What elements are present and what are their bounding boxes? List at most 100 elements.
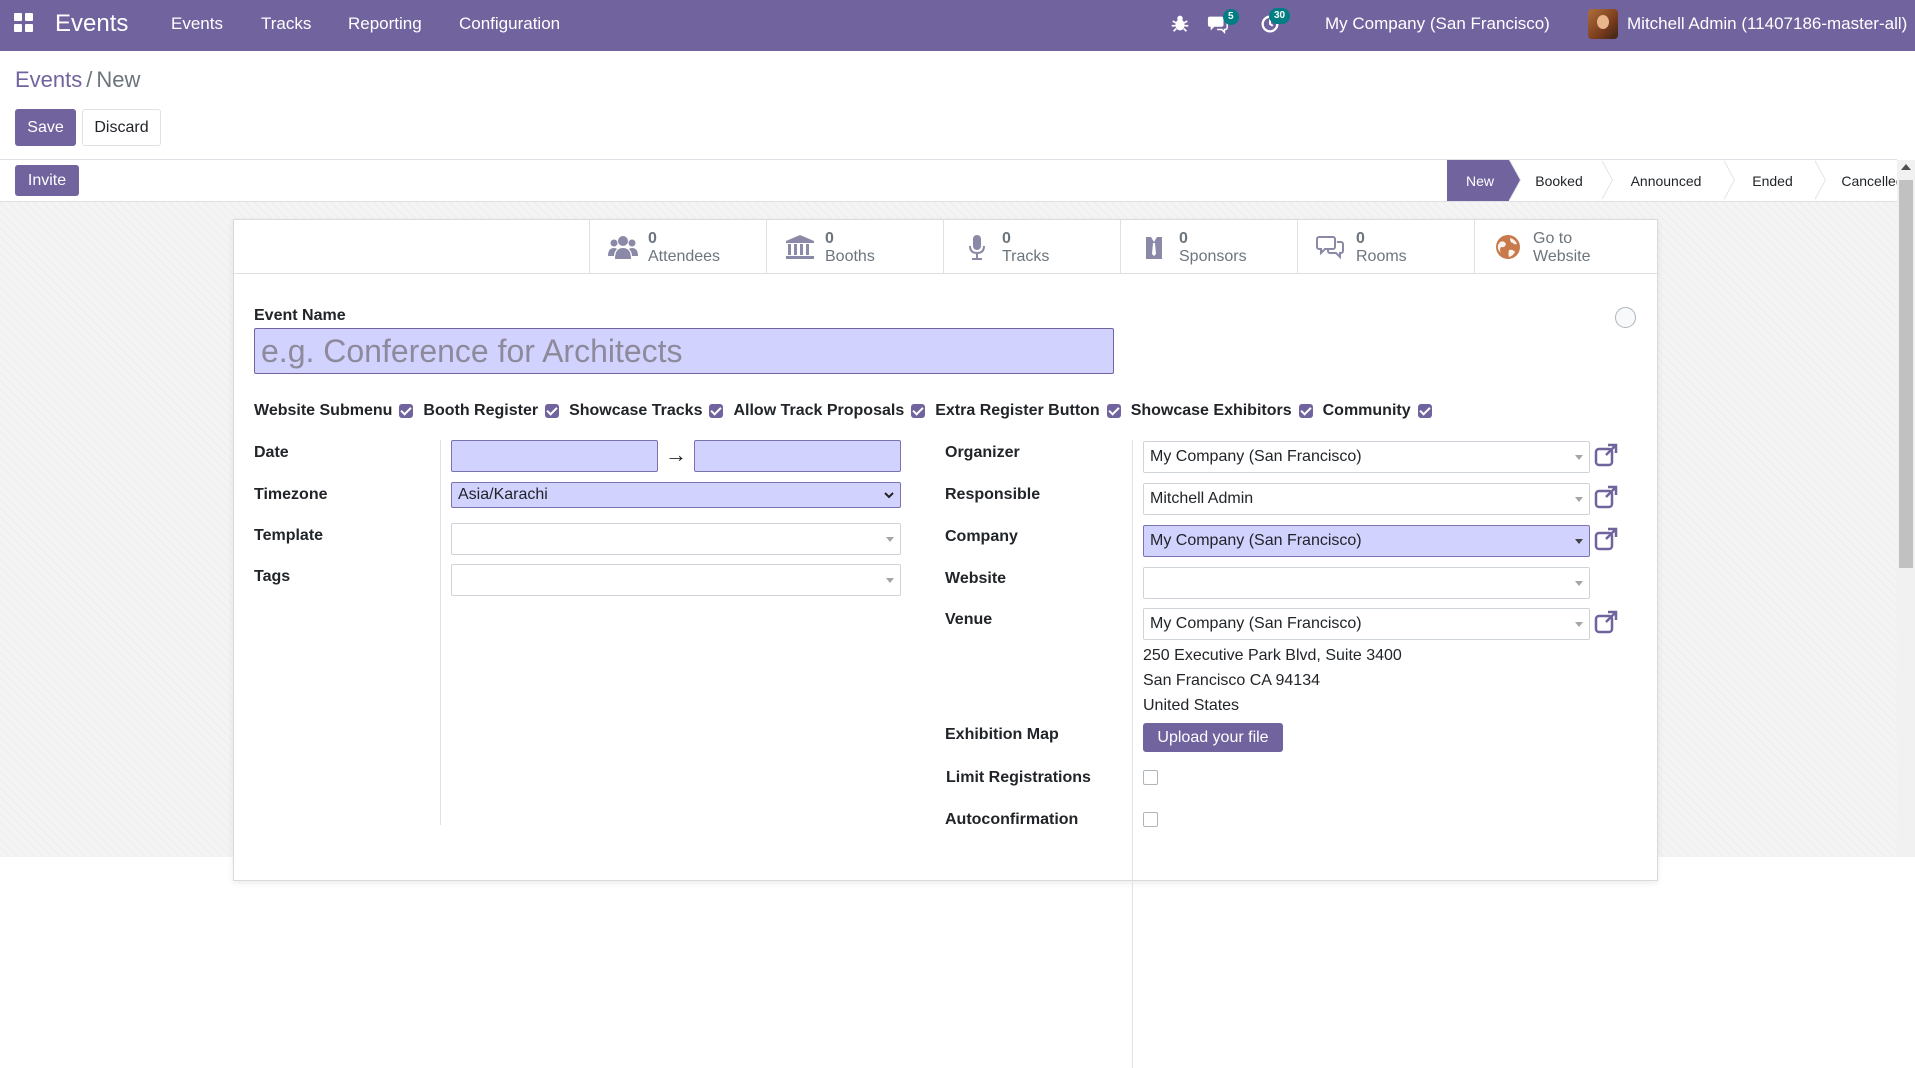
responsible-dropdown-icon[interactable] (1575, 497, 1583, 502)
external-link-icon[interactable] (1594, 527, 1618, 551)
app-brand[interactable]: Events (55, 10, 128, 38)
status-step-new[interactable]: New (1447, 160, 1521, 201)
showcase-tracks-toggle[interactable]: Showcase Tracks (569, 402, 724, 420)
responsible-select[interactable]: Mitchell Admin (1143, 483, 1590, 515)
event-name-label: Event Name (254, 307, 346, 324)
template-dropdown-icon[interactable] (886, 537, 894, 542)
extra-register-button-checkbox[interactable] (1106, 404, 1121, 418)
website-submenu-checkbox[interactable] (399, 404, 414, 418)
allow-track-proposals-label: Allow Track Proposals (733, 402, 905, 419)
venue-dropdown-icon[interactable] (1575, 622, 1583, 627)
responsible-value: Mitchell Admin (1150, 490, 1254, 507)
comments-icon (1316, 236, 1344, 260)
go-to-website-button[interactable]: Go to Website (1474, 220, 1651, 273)
showcase-exhibitors-checkbox[interactable] (1298, 404, 1313, 418)
menu-configuration[interactable]: Configuration (459, 14, 560, 34)
sponsors-button[interactable]: 0 Sponsors (1120, 220, 1297, 273)
sponsors-count: 0 (1179, 230, 1188, 247)
community-checkbox[interactable] (1417, 404, 1432, 418)
community-label: Community (1322, 402, 1411, 419)
scroll-up-arrow-icon[interactable] (1901, 164, 1911, 170)
timezone-value: Asia/Karachi (458, 486, 548, 503)
event-name-input[interactable] (254, 328, 1114, 374)
form-sheet: 0 Attendees 0 Booths 0 Tracks 0 Sponsors… (233, 219, 1658, 1068)
menu-reporting[interactable]: Reporting (348, 14, 422, 34)
status-step-announced[interactable]: Announced (1601, 160, 1735, 201)
venue-label: Venue (945, 611, 993, 628)
autoconfirmation-label: Autoconfirmation (945, 811, 1079, 828)
date-begin-input[interactable] (451, 440, 658, 472)
autoconfirmation-checkbox[interactable] (1143, 812, 1158, 827)
user-menu[interactable]: Mitchell Admin (11407186-master-all) (1627, 14, 1907, 34)
upload-file-button[interactable]: Upload your file (1143, 723, 1283, 752)
venue-address-street: 250 Executive Park Blvd, Suite 3400 (1143, 647, 1402, 664)
discard-button[interactable]: Discard (82, 109, 161, 146)
scrollbar-thumb[interactable] (1899, 180, 1913, 568)
template-select[interactable] (451, 523, 901, 555)
button-box-divider (234, 273, 1657, 274)
kanban-state-icon[interactable] (1615, 307, 1636, 328)
date-label: Date (254, 444, 289, 461)
timezone-label: Timezone (254, 486, 328, 503)
exhibition-map-label: Exhibition Map (945, 726, 1059, 743)
external-link-icon[interactable] (1594, 443, 1618, 467)
website-dropdown-icon[interactable] (1575, 581, 1583, 586)
timezone-select[interactable]: Asia/Karachi (451, 482, 901, 508)
website-options-row: Website Submenu Booth Register Showcase … (254, 402, 1442, 420)
apps-menu-icon[interactable] (14, 13, 34, 33)
venue-select[interactable]: My Company (San Francisco) (1143, 608, 1590, 640)
menu-tracks[interactable]: Tracks (261, 14, 311, 34)
limit-registrations-checkbox[interactable] (1143, 770, 1158, 785)
company-dropdown-icon[interactable] (1575, 539, 1583, 544)
tracks-button[interactable]: 0 Tracks (943, 220, 1120, 273)
extra-register-button-toggle[interactable]: Extra Register Button (935, 402, 1121, 420)
user-avatar[interactable] (1588, 9, 1618, 39)
bank-icon (786, 235, 814, 259)
activities-badge: 30 (1269, 8, 1291, 24)
tags-input[interactable] (451, 564, 901, 596)
attendees-button[interactable]: 0 Attendees (589, 220, 766, 273)
status-step-booked[interactable]: Booked (1509, 160, 1613, 201)
external-link-icon[interactable] (1594, 610, 1618, 634)
smart-button-box: 0 Attendees 0 Booths 0 Tracks 0 Sponsors… (589, 220, 1651, 274)
sponsors-label: Sponsors (1179, 248, 1247, 265)
bug-icon[interactable] (1169, 12, 1191, 34)
booths-button[interactable]: 0 Booths (766, 220, 943, 273)
venue-value: My Company (San Francisco) (1150, 615, 1362, 632)
rooms-button[interactable]: 0 Rooms (1297, 220, 1474, 273)
allow-track-proposals-toggle[interactable]: Allow Track Proposals (733, 402, 926, 420)
left-group-separator (440, 440, 441, 825)
chevron-down-icon (884, 492, 894, 499)
messages-badge: 5 (1223, 9, 1239, 25)
attendees-count: 0 (648, 230, 657, 247)
menu-events[interactable]: Events (171, 14, 223, 34)
booth-register-toggle[interactable]: Booth Register (423, 402, 560, 420)
booths-count: 0 (825, 230, 834, 247)
invite-button[interactable]: Invite (15, 165, 79, 196)
date-end-input[interactable] (694, 440, 901, 472)
website-select[interactable] (1143, 567, 1590, 599)
right-group-separator (1132, 440, 1133, 1068)
breadcrumb-parent[interactable]: Events (15, 67, 82, 92)
organizer-label: Organizer (945, 444, 1020, 461)
external-link-icon[interactable] (1594, 485, 1618, 509)
website-submenu-label: Website Submenu (254, 402, 393, 419)
company-switcher[interactable]: My Company (San Francisco) (1325, 14, 1550, 34)
users-icon (608, 236, 638, 259)
booth-register-checkbox[interactable] (545, 404, 560, 418)
company-select[interactable]: My Company (San Francisco) (1143, 525, 1590, 557)
rooms-count: 0 (1356, 230, 1365, 247)
status-step-ended[interactable]: Ended (1723, 160, 1826, 201)
organizer-select[interactable]: My Company (San Francisco) (1143, 441, 1590, 473)
allow-track-proposals-checkbox[interactable] (911, 404, 926, 418)
breadcrumb-current: New (96, 67, 141, 92)
tags-dropdown-icon[interactable] (886, 578, 894, 583)
status-steps: New Booked Announced Ended Cancelled (1447, 160, 1915, 201)
community-toggle[interactable]: Community (1323, 402, 1432, 420)
globe-icon (1496, 235, 1520, 259)
showcase-exhibitors-toggle[interactable]: Showcase Exhibitors (1131, 402, 1313, 420)
save-button[interactable]: Save (15, 109, 76, 146)
showcase-tracks-checkbox[interactable] (709, 404, 724, 418)
website-submenu-toggle[interactable]: Website Submenu (254, 402, 414, 420)
organizer-dropdown-icon[interactable] (1575, 455, 1583, 460)
